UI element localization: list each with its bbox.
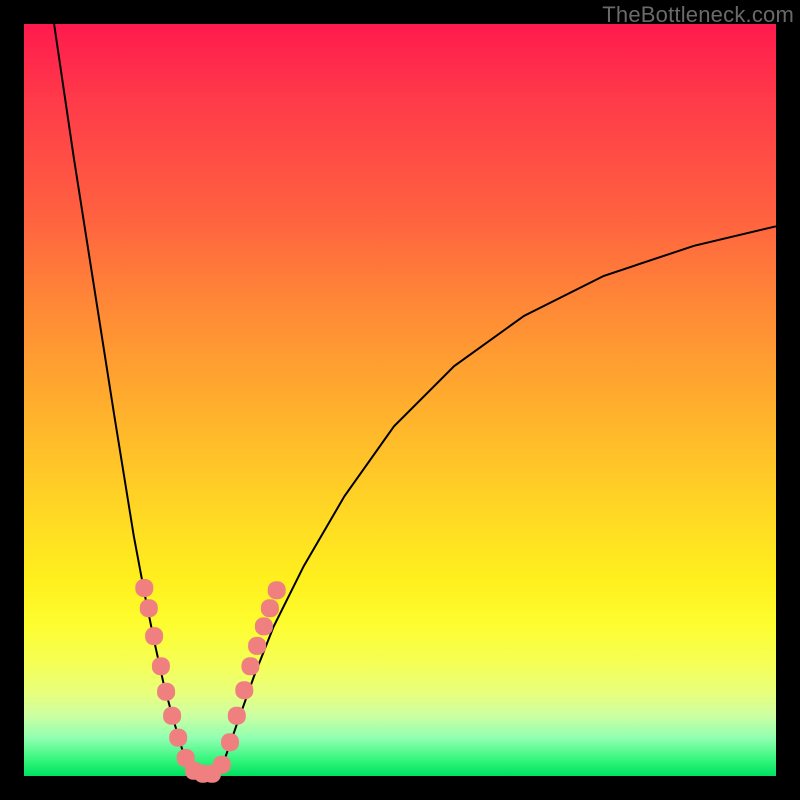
outer-frame: TheBottleneck.com — [0, 0, 800, 800]
curve-left-branch — [54, 24, 193, 776]
watermark-text: TheBottleneck.com — [602, 2, 794, 28]
bead-markers — [135, 579, 285, 783]
bead-marker — [213, 756, 231, 774]
bead-marker — [152, 657, 170, 675]
bead-marker — [140, 599, 158, 617]
bead-marker — [221, 733, 239, 751]
bead-marker — [255, 617, 273, 635]
curve-right-branch — [219, 226, 776, 776]
bead-marker — [157, 683, 175, 701]
bead-marker — [268, 581, 286, 599]
bead-marker — [261, 599, 279, 617]
bead-marker — [241, 657, 259, 675]
bead-marker — [248, 637, 266, 655]
bead-marker — [235, 681, 253, 699]
chart-svg — [24, 24, 776, 776]
plot-area — [24, 24, 776, 776]
bead-marker — [135, 579, 153, 597]
bead-marker — [169, 729, 187, 747]
bead-marker — [163, 707, 181, 725]
bead-marker — [228, 707, 246, 725]
bead-marker — [145, 627, 163, 645]
